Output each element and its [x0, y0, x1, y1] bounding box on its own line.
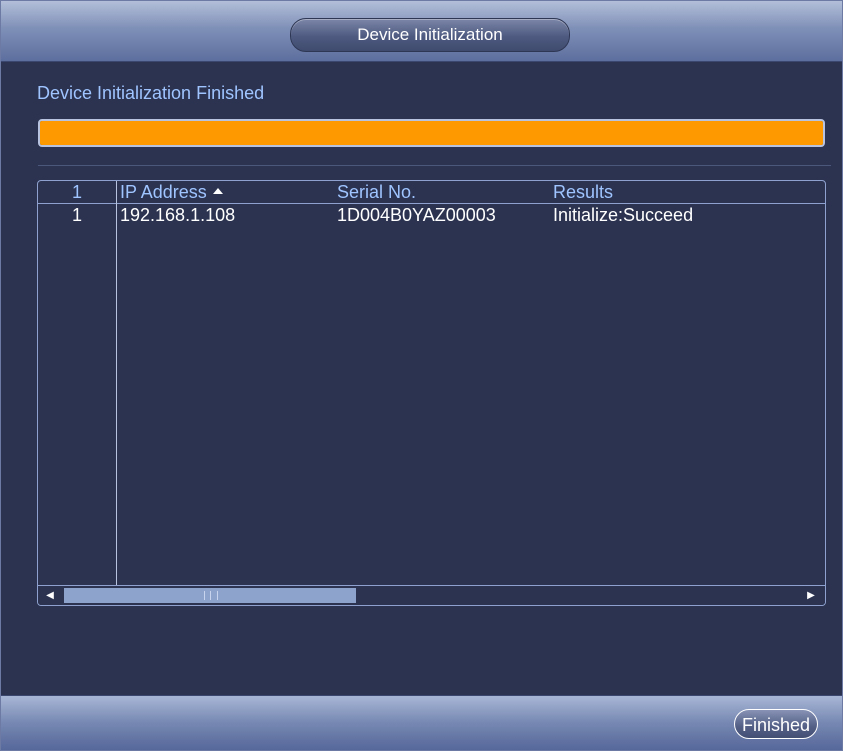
scrollbar-thumb[interactable]	[64, 588, 356, 603]
row-index: 1	[72, 205, 83, 225]
row-result: Initialize:Succeed	[553, 205, 694, 225]
column-divider	[116, 181, 117, 585]
divider	[38, 165, 831, 166]
column-header-results[interactable]: Results	[553, 182, 613, 203]
initialization-progress-bar	[38, 119, 825, 147]
dialog-footer: Finished	[1, 695, 842, 750]
title-bar: Device Initialization	[1, 1, 842, 62]
grip-icon	[204, 591, 218, 600]
row-serial-no: 1D004B0YAZ00003	[337, 205, 496, 225]
dialog-title: Device Initialization	[290, 18, 570, 52]
table-row[interactable]: 1 192.168.1.108 1D004B0YAZ00003 Initiali…	[38, 205, 825, 227]
horizontal-scrollbar[interactable]: ◀ ▶	[38, 585, 825, 605]
column-header-index[interactable]: 1	[72, 182, 82, 203]
device-results-table: 1 IP Address Serial No. Results 1 192.16…	[37, 180, 826, 606]
column-header-ip-address[interactable]: IP Address	[120, 182, 223, 203]
sort-ascending-icon	[212, 188, 223, 195]
row-ip-address: 192.168.1.108	[120, 205, 236, 225]
scroll-right-icon[interactable]: ▶	[801, 586, 821, 605]
column-header-ip-label: IP Address	[120, 182, 207, 202]
device-initialization-dialog: Device Initialization Device Initializat…	[0, 0, 843, 751]
progress-fill	[40, 121, 823, 145]
scroll-left-icon[interactable]: ◀	[40, 586, 60, 605]
finished-button[interactable]: Finished	[734, 709, 818, 739]
initialization-status: Device Initialization Finished	[37, 83, 265, 103]
column-header-serial-no[interactable]: Serial No.	[337, 182, 416, 203]
table-header: 1 IP Address Serial No. Results	[38, 181, 825, 204]
